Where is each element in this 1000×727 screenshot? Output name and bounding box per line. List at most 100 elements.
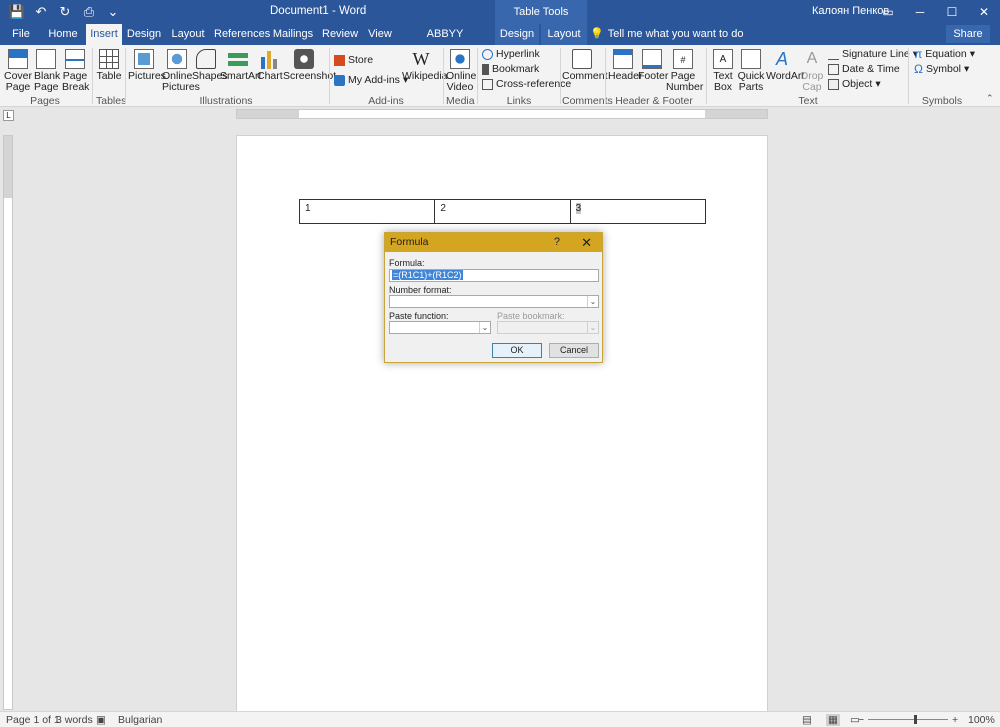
- group-symbols: Symbols: [921, 95, 963, 107]
- help-icon[interactable]: ?: [554, 233, 560, 252]
- header-button[interactable]: Header: [608, 49, 642, 82]
- ribbon-options-icon[interactable]: ▭: [872, 0, 904, 24]
- blank-page-button[interactable]: Blank Page: [34, 49, 60, 93]
- minimize-icon[interactable]: ─: [904, 0, 936, 24]
- cross-reference-button[interactable]: Cross-reference: [482, 77, 571, 91]
- comment-button[interactable]: Comment: [562, 49, 608, 82]
- shapes-button[interactable]: Shapes: [192, 49, 228, 82]
- tab-design[interactable]: Design: [126, 24, 162, 45]
- cell-text: 3: [575, 203, 582, 214]
- tab-review[interactable]: Review: [322, 24, 358, 45]
- number-format-select[interactable]: ⌄: [389, 295, 599, 308]
- proofing-icon[interactable]: ▣: [96, 714, 106, 726]
- close-icon[interactable]: ✕: [581, 233, 592, 252]
- cancel-button[interactable]: Cancel: [549, 343, 599, 358]
- signature-label: Signature Line: [842, 48, 910, 60]
- customize-qat-icon[interactable]: ⌄: [104, 3, 122, 21]
- tab-references[interactable]: References: [214, 24, 270, 45]
- tab-file[interactable]: File: [6, 24, 36, 45]
- chart-button[interactable]: Chart: [257, 49, 283, 82]
- separator: [560, 48, 561, 104]
- wikipedia-button[interactable]: W Wikipedia: [402, 49, 448, 82]
- print-preview-icon[interactable]: ⎙: [80, 3, 98, 21]
- undo-icon[interactable]: ↶: [32, 3, 50, 21]
- hyperlink-button[interactable]: Hyperlink: [482, 47, 540, 61]
- cover-page-icon: [8, 49, 28, 69]
- vertical-ruler[interactable]: [3, 135, 13, 710]
- pictures-button[interactable]: Pictures: [128, 49, 166, 82]
- save-icon[interactable]: 💾: [8, 3, 26, 21]
- symbol-button[interactable]: Ω Symbol ▾: [914, 62, 969, 76]
- tab-view[interactable]: View: [366, 24, 394, 45]
- text-box-button[interactable]: A Text Box: [710, 49, 736, 93]
- online-video-button[interactable]: Online Video: [446, 49, 476, 93]
- zoom-slider[interactable]: [868, 719, 948, 720]
- online-pictures-button[interactable]: Online Pictures: [162, 49, 200, 93]
- group-text: Text: [798, 95, 818, 107]
- bookmark-icon: [482, 63, 489, 75]
- footer-button[interactable]: Footer: [638, 49, 668, 82]
- cover-page-button[interactable]: Cover Page: [4, 49, 32, 93]
- tab-layout[interactable]: Layout: [170, 24, 206, 45]
- tab-table-design[interactable]: Design: [495, 24, 539, 45]
- quick-parts-button[interactable]: Quick Parts: [737, 49, 765, 93]
- zoom-in-icon[interactable]: +: [952, 714, 958, 726]
- equation-button[interactable]: π Equation ▾: [914, 47, 975, 61]
- page-break-button[interactable]: Page Break: [62, 49, 89, 93]
- dialog-title-bar[interactable]: Formula ? ✕: [385, 233, 602, 252]
- blank-page-icon: [36, 49, 56, 69]
- table-button[interactable]: Table: [96, 49, 122, 82]
- my-addins-button[interactable]: My Add-ins ▾: [334, 73, 408, 87]
- tab-home[interactable]: Home: [44, 24, 82, 45]
- paste-function-select[interactable]: ⌄: [389, 321, 491, 334]
- hyperlink-icon: [482, 48, 493, 60]
- zoom-out-icon[interactable]: −: [858, 714, 864, 726]
- zoom-level[interactable]: 100%: [968, 714, 995, 726]
- date-time-button[interactable]: Date & Time: [828, 62, 900, 76]
- language[interactable]: Bulgarian: [118, 714, 162, 726]
- pi-icon: π: [914, 47, 923, 61]
- drop-cap-button[interactable]: A Drop Cap: [800, 49, 824, 93]
- wordart-button[interactable]: A WordArt: [766, 49, 804, 82]
- signature-line-button[interactable]: Signature Line ▾: [828, 47, 918, 61]
- page-break-icon: [65, 49, 85, 69]
- bookmark-button[interactable]: Bookmark: [482, 62, 539, 76]
- ruler-right-margin: [705, 110, 767, 118]
- tell-me-box[interactable]: 💡 Tell me what you want to do: [590, 24, 743, 45]
- document-page[interactable]: 1 2 3: [236, 135, 768, 712]
- screenshot-button[interactable]: Screenshot: [283, 49, 336, 82]
- group-media: Media: [446, 95, 475, 107]
- document-table[interactable]: 1 2 3: [299, 199, 706, 224]
- table-cell[interactable]: 2: [435, 200, 571, 223]
- maximize-icon[interactable]: ☐: [936, 0, 968, 24]
- word-count[interactable]: 3 words: [56, 714, 93, 726]
- formula-input[interactable]: =(R1C1)+(R1C2): [389, 269, 599, 282]
- tab-table-layout[interactable]: Layout: [541, 24, 587, 45]
- chevron-down-icon[interactable]: ⌄: [479, 322, 490, 333]
- chevron-down-icon[interactable]: ⌄: [587, 296, 598, 307]
- store-button[interactable]: Store: [334, 53, 373, 67]
- collapse-ribbon-icon[interactable]: ⌃: [986, 93, 994, 104]
- redo-icon[interactable]: ↻: [56, 3, 74, 21]
- tab-selector[interactable]: L: [3, 110, 14, 121]
- lightbulb-icon: 💡: [590, 28, 604, 40]
- separator: [477, 48, 478, 104]
- close-icon[interactable]: ✕: [968, 0, 1000, 24]
- share-button[interactable]: Share: [946, 25, 990, 43]
- object-button[interactable]: Object ▾: [828, 77, 881, 91]
- table-cell[interactable]: 3: [571, 200, 705, 223]
- smartart-button[interactable]: SmartArt: [220, 49, 261, 82]
- page-number-button[interactable]: # Page Number: [666, 49, 703, 93]
- tab-mailings[interactable]: Mailings: [272, 24, 314, 45]
- tab-abbyy[interactable]: ABBYY FineReader 12: [402, 24, 488, 61]
- table-cell[interactable]: 1: [300, 200, 436, 223]
- horizontal-ruler[interactable]: [236, 109, 768, 119]
- text-box-label: Text Box: [713, 70, 733, 93]
- zoom-slider-thumb[interactable]: [914, 715, 917, 724]
- print-layout-icon[interactable]: ▦: [826, 714, 840, 726]
- tab-insert[interactable]: Insert: [86, 24, 122, 45]
- page-count[interactable]: Page 1 of 1: [6, 714, 60, 726]
- comment-label: Comment: [562, 70, 608, 82]
- ok-button[interactable]: OK: [492, 343, 542, 358]
- read-mode-icon[interactable]: ▤: [802, 714, 812, 726]
